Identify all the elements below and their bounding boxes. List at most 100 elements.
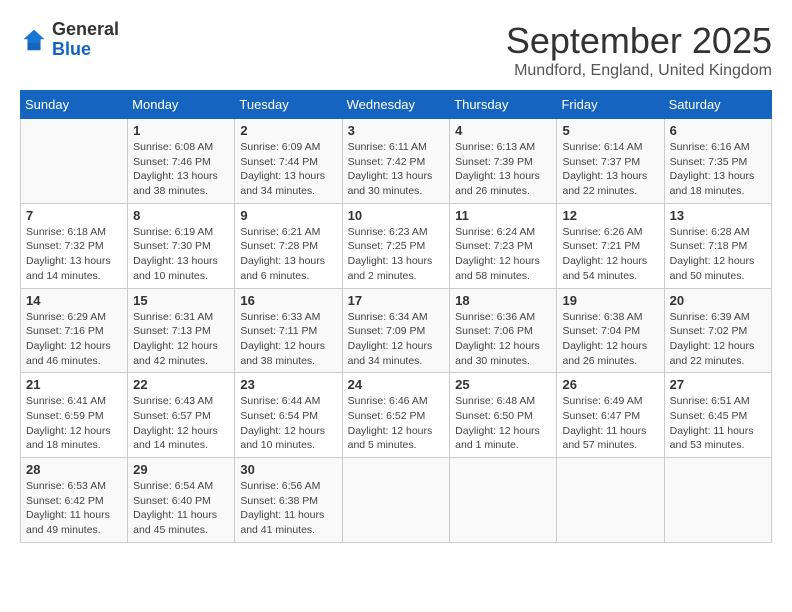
day-info: Sunrise: 6:29 AM Sunset: 7:16 PM Dayligh…: [26, 310, 122, 369]
calendar-week-4: 21 Sunrise: 6:41 AM Sunset: 6:59 PM Dayli…: [21, 373, 772, 458]
calendar-cell: 22Sunrise: 6:43 AM Sunset: 6:57 PM Dayli…: [128, 373, 235, 458]
day-info: Sunrise: 6:11 AM Sunset: 7:42 PM Dayligh…: [348, 140, 445, 199]
day-number: 7: [26, 208, 122, 223]
calendar-cell: [557, 458, 664, 543]
header-thursday: Thursday: [450, 91, 557, 119]
calendar-cell: 2 Sunrise: 6:09 AM Sunset: 7:44 PM Daylig…: [235, 119, 342, 204]
page-header: General Blue September 2025 Mundford, En…: [20, 20, 772, 80]
day-number: 16: [240, 293, 336, 308]
calendar-cell: 4Sunrise: 6:13 AM Sunset: 7:39 PM Daylig…: [450, 119, 557, 204]
logo-general: General: [52, 19, 119, 39]
calendar-cell: [21, 119, 128, 204]
day-info: Sunrise: 6:14 AM Sunset: 7:37 PM Dayligh…: [562, 140, 658, 199]
day-info: Sunrise: 6:31 AM Sunset: 7:13 PM Dayligh…: [133, 310, 229, 369]
calendar-cell: 15 Sunrise: 6:31 AM Sunset: 7:13 PM Dayli…: [128, 288, 235, 373]
month-title: September 2025: [506, 20, 772, 62]
day-info: Sunrise: 6:48 AM Sunset: 6:50 PM Dayligh…: [455, 394, 551, 453]
day-info: Sunrise: 6:43 AM Sunset: 6:57 PM Dayligh…: [133, 394, 229, 453]
day-number: 27: [670, 377, 766, 392]
location-subtitle: Mundford, England, United Kingdom: [506, 62, 772, 80]
calendar-cell: 25 Sunrise: 6:48 AM Sunset: 6:50 PM Dayli…: [450, 373, 557, 458]
day-number: 25: [455, 377, 551, 392]
calendar-body: 1Sunrise: 6:08 AM Sunset: 7:46 PM Daylig…: [21, 119, 772, 543]
header-saturday: Saturday: [664, 91, 771, 119]
day-number: 11: [455, 208, 551, 223]
day-number: 6: [670, 123, 766, 138]
day-number: 3: [348, 123, 445, 138]
calendar-cell: 8 Sunrise: 6:19 AM Sunset: 7:30 PM Daylig…: [128, 203, 235, 288]
logo-icon: [20, 26, 48, 54]
day-number: 18: [455, 293, 551, 308]
day-info: Sunrise: 6:54 AM Sunset: 6:40 PM Dayligh…: [133, 479, 229, 538]
day-number: 9: [240, 208, 336, 223]
calendar-cell: 3 Sunrise: 6:11 AM Sunset: 7:42 PM Daylig…: [342, 119, 450, 204]
calendar-cell: 10Sunrise: 6:23 AM Sunset: 7:25 PM Dayli…: [342, 203, 450, 288]
day-number: 26: [562, 377, 658, 392]
day-info: Sunrise: 6:56 AM Sunset: 6:38 PM Dayligh…: [240, 479, 336, 538]
header-friday: Friday: [557, 91, 664, 119]
day-info: Sunrise: 6:18 AM Sunset: 7:32 PM Dayligh…: [26, 225, 122, 284]
calendar-cell: 27 Sunrise: 6:51 AM Sunset: 6:45 PM Dayli…: [664, 373, 771, 458]
day-number: 8: [133, 208, 229, 223]
day-number: 2: [240, 123, 336, 138]
calendar-cell: 24Sunrise: 6:46 AM Sunset: 6:52 PM Dayli…: [342, 373, 450, 458]
day-number: 12: [562, 208, 658, 223]
calendar-cell: [450, 458, 557, 543]
calendar-cell: [664, 458, 771, 543]
day-info: Sunrise: 6:33 AM Sunset: 7:11 PM Dayligh…: [240, 310, 336, 369]
header-sunday: Sunday: [21, 91, 128, 119]
day-number: 17: [348, 293, 445, 308]
calendar-cell: 12Sunrise: 6:26 AM Sunset: 7:21 PM Dayli…: [557, 203, 664, 288]
calendar-cell: 9 Sunrise: 6:21 AM Sunset: 7:28 PM Daylig…: [235, 203, 342, 288]
calendar-cell: 21 Sunrise: 6:41 AM Sunset: 6:59 PM Dayli…: [21, 373, 128, 458]
day-info: Sunrise: 6:51 AM Sunset: 6:45 PM Dayligh…: [670, 394, 766, 453]
calendar-cell: 28 Sunrise: 6:53 AM Sunset: 6:42 PM Dayli…: [21, 458, 128, 543]
day-number: 23: [240, 377, 336, 392]
day-info: Sunrise: 6:39 AM Sunset: 7:02 PM Dayligh…: [670, 310, 766, 369]
calendar-cell: 17Sunrise: 6:34 AM Sunset: 7:09 PM Dayli…: [342, 288, 450, 373]
day-info: Sunrise: 6:44 AM Sunset: 6:54 PM Dayligh…: [240, 394, 336, 453]
calendar-cell: 19 Sunrise: 6:38 AM Sunset: 7:04 PM Dayli…: [557, 288, 664, 373]
day-info: Sunrise: 6:24 AM Sunset: 7:23 PM Dayligh…: [455, 225, 551, 284]
calendar-week-5: 28 Sunrise: 6:53 AM Sunset: 6:42 PM Dayli…: [21, 458, 772, 543]
day-info: Sunrise: 6:16 AM Sunset: 7:35 PM Dayligh…: [670, 140, 766, 199]
calendar-cell: 14Sunrise: 6:29 AM Sunset: 7:16 PM Dayli…: [21, 288, 128, 373]
day-number: 15: [133, 293, 229, 308]
calendar-cell: 7 Sunrise: 6:18 AM Sunset: 7:32 PM Daylig…: [21, 203, 128, 288]
day-number: 5: [562, 123, 658, 138]
day-info: Sunrise: 6:19 AM Sunset: 7:30 PM Dayligh…: [133, 225, 229, 284]
calendar-cell: 5 Sunrise: 6:14 AM Sunset: 7:37 PM Daylig…: [557, 119, 664, 204]
day-info: Sunrise: 6:21 AM Sunset: 7:28 PM Dayligh…: [240, 225, 336, 284]
header-tuesday: Tuesday: [235, 91, 342, 119]
day-info: Sunrise: 6:41 AM Sunset: 6:59 PM Dayligh…: [26, 394, 122, 453]
calendar-week-1: 1Sunrise: 6:08 AM Sunset: 7:46 PM Daylig…: [21, 119, 772, 204]
day-number: 28: [26, 462, 122, 477]
logo-text: General Blue: [52, 20, 119, 60]
day-info: Sunrise: 6:08 AM Sunset: 7:46 PM Dayligh…: [133, 140, 229, 199]
day-info: Sunrise: 6:38 AM Sunset: 7:04 PM Dayligh…: [562, 310, 658, 369]
logo: General Blue: [20, 20, 119, 60]
calendar-week-2: 7 Sunrise: 6:18 AM Sunset: 7:32 PM Daylig…: [21, 203, 772, 288]
calendar-cell: [342, 458, 450, 543]
day-info: Sunrise: 6:36 AM Sunset: 7:06 PM Dayligh…: [455, 310, 551, 369]
calendar-table: SundayMondayTuesdayWednesdayThursdayFrid…: [20, 90, 772, 543]
header-monday: Monday: [128, 91, 235, 119]
calendar-cell: 13Sunrise: 6:28 AM Sunset: 7:18 PM Dayli…: [664, 203, 771, 288]
title-block: September 2025 Mundford, England, United…: [506, 20, 772, 80]
calendar-cell: 1Sunrise: 6:08 AM Sunset: 7:46 PM Daylig…: [128, 119, 235, 204]
calendar-cell: 29Sunrise: 6:54 AM Sunset: 6:40 PM Dayli…: [128, 458, 235, 543]
logo-blue: Blue: [52, 39, 91, 59]
day-number: 19: [562, 293, 658, 308]
day-number: 30: [240, 462, 336, 477]
header-wednesday: Wednesday: [342, 91, 450, 119]
day-number: 13: [670, 208, 766, 223]
calendar-cell: 18 Sunrise: 6:36 AM Sunset: 7:06 PM Dayli…: [450, 288, 557, 373]
calendar-cell: 30 Sunrise: 6:56 AM Sunset: 6:38 PM Dayli…: [235, 458, 342, 543]
day-info: Sunrise: 6:53 AM Sunset: 6:42 PM Dayligh…: [26, 479, 122, 538]
day-info: Sunrise: 6:09 AM Sunset: 7:44 PM Dayligh…: [240, 140, 336, 199]
day-info: Sunrise: 6:23 AM Sunset: 7:25 PM Dayligh…: [348, 225, 445, 284]
calendar-cell: 11 Sunrise: 6:24 AM Sunset: 7:23 PM Dayli…: [450, 203, 557, 288]
day-number: 21: [26, 377, 122, 392]
day-info: Sunrise: 6:13 AM Sunset: 7:39 PM Dayligh…: [455, 140, 551, 199]
day-info: Sunrise: 6:49 AM Sunset: 6:47 PM Dayligh…: [562, 394, 658, 453]
